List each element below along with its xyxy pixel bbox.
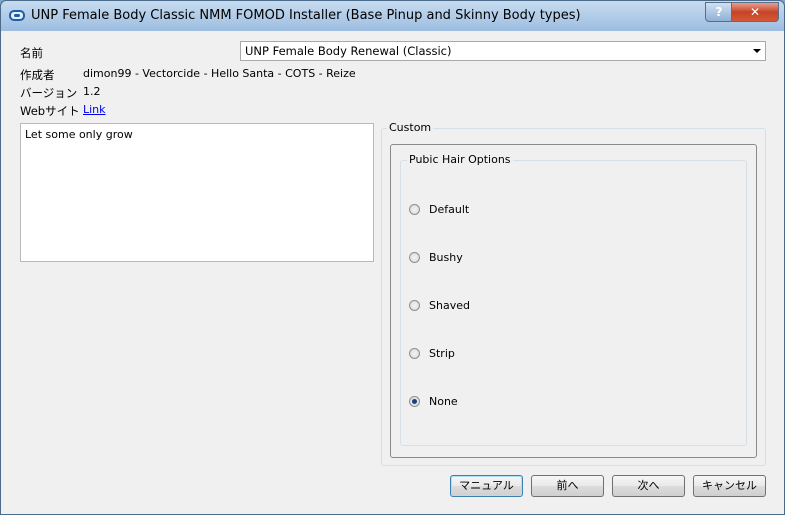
author-value: dimon99 - Vectorcide - Hello Santa - COT… [83, 67, 356, 80]
option-label: Shaved [429, 299, 470, 312]
website-label: Webサイト [20, 104, 80, 118]
custom-group-title: Custom [387, 121, 434, 134]
option-label: Strip [429, 347, 455, 360]
window-title: UNP Female Body Classic NMM FOMOD Instal… [31, 8, 581, 23]
app-icon [9, 10, 25, 21]
title-bar[interactable]: UNP Female Body Classic NMM FOMOD Instal… [1, 1, 784, 31]
radio-button[interactable] [409, 396, 420, 407]
close-icon: ✕ [749, 5, 761, 19]
radio-button[interactable] [409, 300, 420, 311]
config-select-value: UNP Female Body Renewal (Classic) [245, 44, 452, 58]
radio-button[interactable] [409, 252, 420, 263]
radio-button[interactable] [409, 204, 420, 215]
close-button[interactable]: ✕ [731, 2, 779, 22]
help-button[interactable]: ? [705, 2, 733, 22]
next-button[interactable]: 次へ [612, 475, 685, 497]
version-label: バージョン [20, 86, 78, 100]
manual-button[interactable]: マニュアル [450, 475, 523, 497]
cancel-button[interactable]: キャンセル [693, 475, 766, 497]
version-value: 1.2 [83, 85, 101, 98]
option-label: Bushy [429, 251, 463, 264]
author-label: 作成者 [20, 68, 55, 82]
description-text: Let some only grow [25, 128, 133, 141]
pubic-hair-group-title: Pubic Hair Options [407, 153, 513, 166]
radio-button[interactable] [409, 348, 420, 359]
back-button[interactable]: 前へ [531, 475, 604, 497]
config-select[interactable]: UNP Female Body Renewal (Classic) [240, 41, 766, 61]
chevron-down-icon[interactable] [753, 49, 761, 53]
option-label: Default [429, 203, 470, 216]
website-link[interactable]: Link [83, 103, 106, 116]
option-label: None [429, 395, 458, 408]
description-box[interactable]: Let some only grow [20, 123, 374, 262]
name-label: 名前 [20, 46, 43, 60]
installer-window: UNP Female Body Classic NMM FOMOD Instal… [0, 0, 785, 515]
